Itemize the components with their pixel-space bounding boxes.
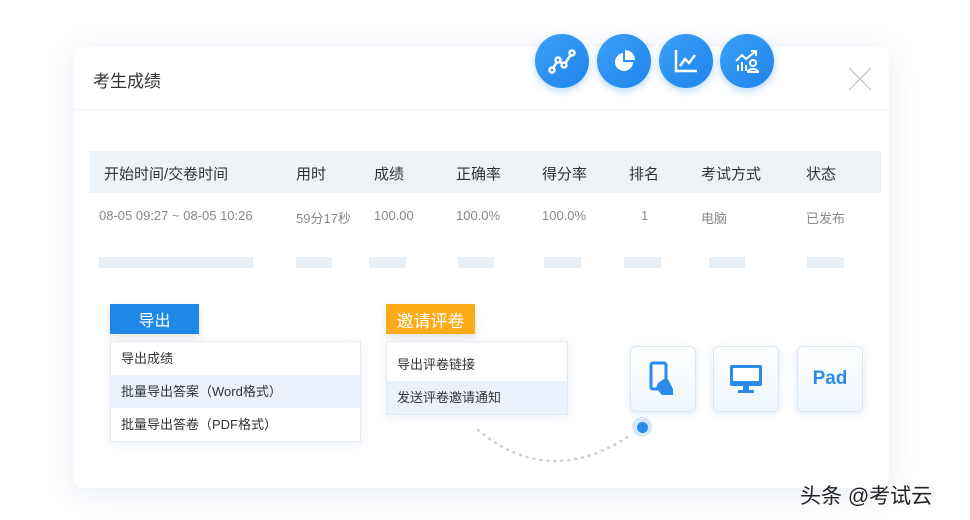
line-chart-icon xyxy=(674,50,697,73)
invite-grading-button[interactable]: 邀请评卷 xyxy=(386,304,475,334)
line-chart-nodes-icon xyxy=(548,49,576,74)
placeholder-bar xyxy=(807,257,844,268)
column-header: 排名 xyxy=(629,166,660,183)
time-range-cell: 08-05 09:27 ~ 08-05 10:26 xyxy=(99,208,253,223)
pie-chart-icon xyxy=(615,50,635,71)
score-cell: 100.00 xyxy=(374,208,414,223)
placeholder-bar xyxy=(296,257,332,268)
pad-device-tile[interactable]: Pad xyxy=(797,346,863,412)
duration-cell: 59分17秒 xyxy=(296,211,351,226)
mobile-device-tile[interactable] xyxy=(630,346,696,412)
desktop-device-tile[interactable] xyxy=(713,346,779,412)
dialog-title: 考生成绩 xyxy=(93,72,161,91)
growth-user-icon xyxy=(735,50,760,73)
invite-menu: 导出评卷链接 发送评卷邀请通知 xyxy=(386,341,568,415)
column-header: 用时 xyxy=(296,166,327,183)
placeholder-bar xyxy=(709,257,745,268)
line-chart-nodes-button[interactable] xyxy=(535,34,589,88)
menu-item-export-scores[interactable]: 导出成绩 xyxy=(111,342,360,375)
exam-mode-cell: 电脑 xyxy=(701,211,728,226)
growth-stats-button[interactable] xyxy=(720,34,774,88)
line-chart-button[interactable] xyxy=(659,34,713,88)
menu-item-export-answers-word[interactable]: 批量导出答案（Word格式） xyxy=(111,375,360,408)
desktop-monitor-icon xyxy=(730,365,762,393)
placeholder-bar xyxy=(458,257,494,268)
dotted-connector xyxy=(476,428,634,463)
column-header: 得分率 xyxy=(542,166,588,183)
accuracy-cell: 100.0% xyxy=(456,208,501,223)
mobile-hand-icon xyxy=(649,361,673,395)
status-cell: 已发布 xyxy=(806,211,846,226)
close-icon[interactable] xyxy=(848,67,872,91)
column-header: 考试方式 xyxy=(701,166,762,183)
placeholder-bar xyxy=(99,257,253,268)
menu-item-export-papers-pdf[interactable]: 批量导出答卷（PDF格式） xyxy=(111,408,360,441)
column-header: 状态 xyxy=(806,166,837,183)
export-button[interactable]: 导出 xyxy=(110,304,199,334)
placeholder-bar xyxy=(624,257,661,268)
placeholder-bar xyxy=(369,257,406,268)
pie-chart-button[interactable] xyxy=(597,34,651,88)
column-header: 开始时间/交卷时间 xyxy=(104,166,229,183)
rank-cell: 1 xyxy=(641,208,649,223)
menu-item-send-invitation[interactable]: 发送评卷邀请通知 xyxy=(387,381,567,414)
score-rate-cell: 100.0% xyxy=(542,208,587,223)
placeholder-bar xyxy=(544,257,581,268)
selected-indicator xyxy=(632,417,652,437)
column-header: 成绩 xyxy=(374,166,405,183)
export-menu: 导出成绩 批量导出答案（Word格式） 批量导出答卷（PDF格式） xyxy=(110,341,361,442)
pad-label: Pad xyxy=(812,368,848,389)
column-header: 正确率 xyxy=(456,166,502,183)
menu-item-export-grading-link[interactable]: 导出评卷链接 xyxy=(387,348,567,381)
watermark: 头条 @考试云 xyxy=(800,485,933,508)
